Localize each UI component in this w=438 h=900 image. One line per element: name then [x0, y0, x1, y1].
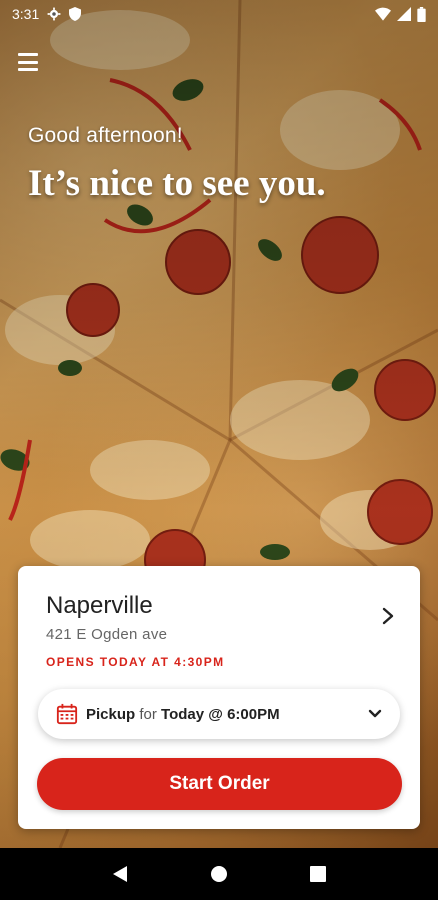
battery-icon — [417, 6, 426, 22]
status-time: 3:31 — [12, 6, 40, 22]
status-bar: 3:31 — [0, 0, 438, 28]
menu-line — [18, 60, 38, 64]
pickup-for-word: for — [139, 705, 157, 723]
pickup-text: Pickup for Today @ 6:00PM — [86, 706, 280, 723]
store-address: 421 E Ogden ave — [46, 626, 168, 643]
shield-icon — [69, 7, 82, 21]
menu-line — [18, 68, 38, 71]
navigation-bar — [0, 848, 438, 900]
pickup-method: Pickup — [86, 705, 136, 723]
home-icon[interactable] — [209, 864, 229, 884]
store-name[interactable]: Naperville — [46, 592, 153, 620]
headline-text: It’s nice to see you. — [28, 163, 326, 204]
start-order-button[interactable]: Start Order — [37, 758, 402, 810]
back-triangle-icon — [112, 866, 127, 882]
home-circle-icon — [210, 866, 227, 882]
calendar-icon — [56, 703, 78, 725]
wifi-icon — [375, 7, 391, 21]
store-hours: OPENS TODAY AT 4:30PM — [46, 655, 225, 669]
settings-icon — [47, 7, 61, 21]
signal-icon — [397, 7, 411, 21]
pickup-time-selector[interactable]: Pickup for Today @ 6:00PM — [38, 689, 400, 739]
back-icon[interactable] — [110, 864, 130, 884]
recents-square-icon — [310, 866, 327, 882]
pickup-time: Today @ 6:00PM — [161, 705, 280, 723]
menu-line — [18, 53, 38, 56]
chevron-right-icon[interactable] — [380, 606, 396, 626]
store-card: Naperville 421 E Ogden ave OPENS TODAY A… — [18, 566, 420, 829]
greeting-text: Good afternoon! — [28, 124, 183, 147]
chevron-down-icon — [368, 709, 382, 718]
recents-icon[interactable] — [308, 864, 328, 884]
hamburger-menu-icon[interactable] — [16, 50, 40, 74]
